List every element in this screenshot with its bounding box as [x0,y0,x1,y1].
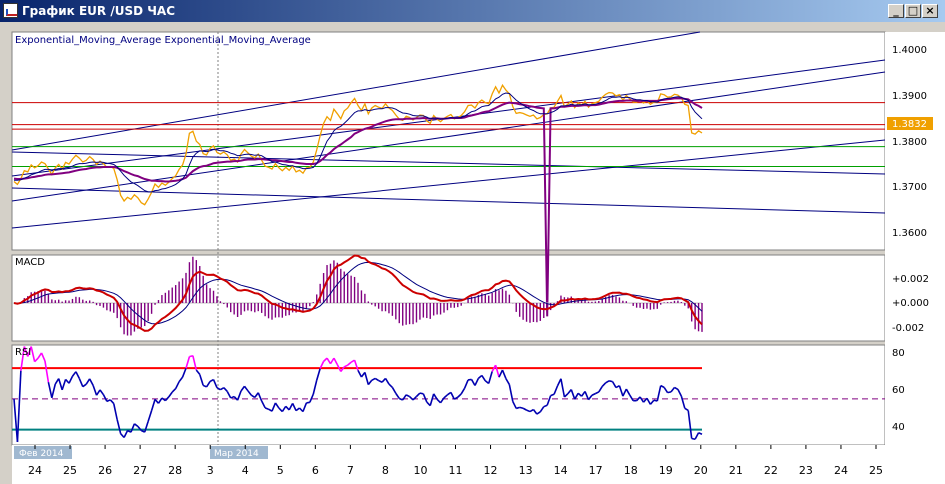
time-axis-tick: 22 [764,464,778,477]
time-axis-tick: 6 [312,464,319,477]
time-axis-tick: 27 [133,464,147,477]
macd-label: MACD [15,257,45,268]
month-label: Мар 2014 [214,449,259,459]
close-button[interactable]: × [922,4,938,18]
time-axis-tick: 4 [242,464,249,477]
time-axis-tick: 8 [382,464,389,477]
rsi-line-segment [516,406,520,410]
time-axis-tick: 3 [207,464,214,477]
time-axis-tick: 24 [834,464,848,477]
time-axis-tick: 11 [449,464,463,477]
macd-tick: +0.002 [892,274,929,285]
macd-tick: +0.000 [892,298,929,309]
time-axis-tick: 26 [98,464,112,477]
window-title: График EUR /USD ЧАС [22,4,176,18]
rsi-line-segment [519,406,524,410]
minimize-button[interactable]: _ [888,4,904,18]
time-axis-tick: 12 [484,464,498,477]
rsi-tick: 40 [892,422,905,433]
price-tick: 1.3900 [892,91,927,102]
time-axis-tick: 28 [168,464,182,477]
time-axis-tick: 10 [413,464,427,477]
main-price-panel [11,31,886,251]
time-axis-tick: 18 [624,464,638,477]
chart-canvas[interactable]: Exponential_Moving_Average Exponential_M… [0,22,945,484]
rsi-line-segment [306,401,310,404]
window-titlebar[interactable]: График EUR /USD ЧАС _ □ × [0,0,945,22]
price-tick: 1.3700 [892,182,927,193]
time-axis-tick: 21 [729,464,743,477]
rsi-tick: 80 [892,348,905,359]
price-tick: 1.4000 [892,45,927,56]
time-axis-tick: 20 [694,464,708,477]
time-axis-tick: 7 [347,464,354,477]
time-axis-tick: 19 [659,464,673,477]
price-tick: 1.3800 [892,137,927,148]
chart-frame: Exponential_Moving_Average Exponential_M… [0,22,945,484]
current-price-label: 1.3832 [892,119,927,130]
macd-tick: -0.002 [892,323,924,334]
ema-legend: Exponential_Moving_Average Exponential_M… [15,35,311,46]
time-axis-tick: 24 [28,464,42,477]
time-axis-tick: 14 [554,464,568,477]
month-label: Фев 2014 [19,449,64,459]
time-axis-tick: 25 [869,464,883,477]
chart-window-icon [3,3,18,18]
time-axis-tick: 5 [277,464,284,477]
rsi-line-segment [608,380,613,383]
maximize-button[interactable]: □ [905,4,921,18]
rsi-tick: 60 [892,385,905,396]
rsi-label: RSI [15,347,31,358]
rsi-line-segment [419,392,424,395]
rsi-line-segment [667,391,672,394]
price-tick: 1.3600 [892,228,927,239]
time-axis-tick: 17 [589,464,603,477]
time-axis-tick: 23 [799,464,813,477]
time-axis-tick: 13 [519,464,533,477]
time-axis-tick: 25 [63,464,77,477]
